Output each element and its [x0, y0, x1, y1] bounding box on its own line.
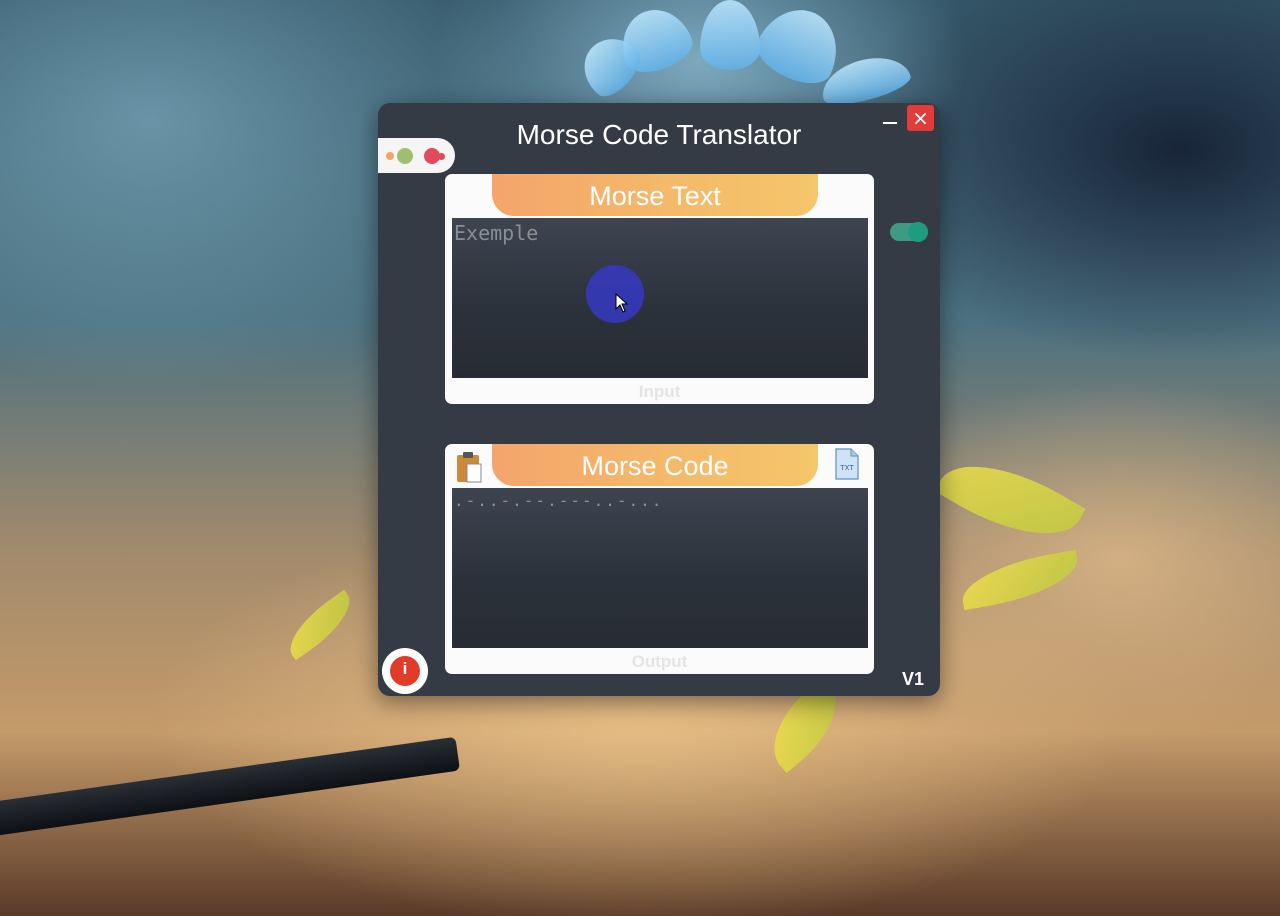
window-title: Morse Code Translator: [516, 119, 802, 150]
green-dot-icon: [397, 148, 413, 164]
info-icon: i: [390, 656, 420, 686]
output-panel: Morse Code TXT .-..-.--.---..-... Output: [445, 444, 874, 674]
input-textarea[interactable]: [452, 218, 868, 378]
output-panel-header: Morse Code: [492, 444, 818, 486]
orange-dot-icon: [386, 152, 394, 160]
close-button[interactable]: ×: [907, 105, 934, 131]
input-panel: Morse Text Input: [445, 174, 874, 404]
translator-window: Morse Code Translator × Morse Text Input…: [378, 103, 940, 696]
info-button[interactable]: i: [382, 648, 428, 694]
svg-text:TXT: TXT: [839, 464, 854, 472]
toggle-knob: [908, 222, 928, 242]
input-panel-header: Morse Text: [492, 174, 818, 216]
clipboard-icon[interactable]: [455, 450, 483, 484]
input-caption: Input: [638, 382, 681, 401]
output-morse-text[interactable]: .-..-.--.---..-...: [452, 488, 868, 648]
minimize-button[interactable]: [878, 109, 902, 131]
mouse-pointer-icon: [615, 293, 629, 313]
red-dot-small-icon: [438, 153, 445, 160]
version-label: V1: [902, 669, 925, 689]
txt-file-icon[interactable]: TXT: [834, 448, 860, 480]
mode-toggle[interactable]: [890, 222, 928, 242]
status-dots: [378, 138, 455, 173]
info-label: i: [402, 659, 408, 678]
output-caption: Output: [631, 652, 688, 671]
